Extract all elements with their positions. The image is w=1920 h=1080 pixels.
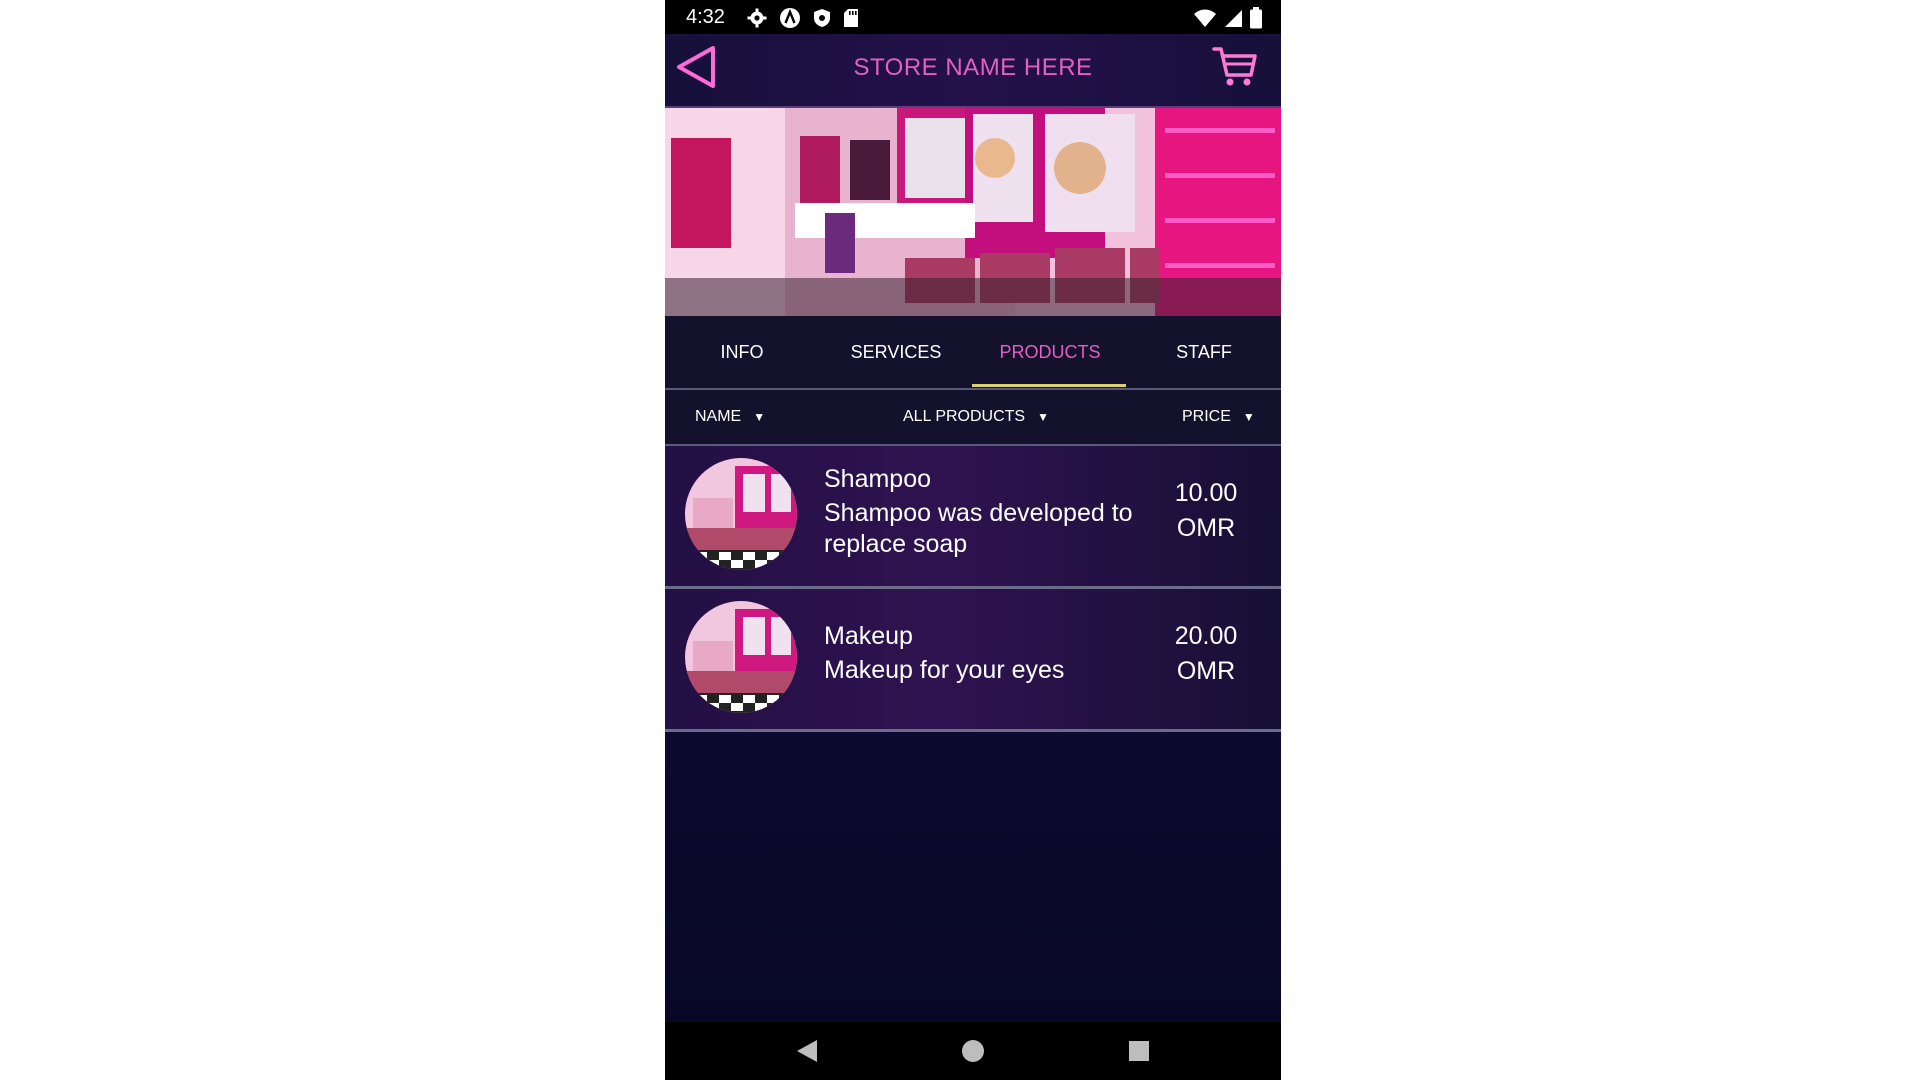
product-text: Shampoo Shampoo was developed to replace… (824, 464, 1144, 560)
product-name: Shampoo (824, 465, 932, 493)
system-navigation-bar (665, 1022, 1281, 1080)
tab-services[interactable]: SERVICES (819, 316, 973, 388)
salon-interior-illustration (665, 108, 1281, 316)
product-price: 20.00 OMR (1161, 619, 1251, 689)
shield-icon (814, 9, 830, 27)
signal-icon (1225, 10, 1242, 27)
battery-icon (1250, 7, 1262, 29)
status-bar: 4:32 (665, 0, 1281, 34)
product-text: Makeup Makeup for your eyes (824, 621, 1144, 686)
tab-staff[interactable]: STAFF (1127, 316, 1281, 388)
wifi-icon (1194, 9, 1216, 27)
sd-card-icon (844, 9, 858, 27)
product-name: Makeup (824, 622, 913, 650)
price-currency: OMR (1176, 514, 1236, 542)
nav-back-button[interactable] (777, 1022, 837, 1080)
caret-down-icon: ▼ (1242, 410, 1255, 424)
app-bar: STORE NAME HERE (665, 34, 1281, 108)
tab-products[interactable]: PRODUCTS (973, 316, 1127, 388)
product-description: Makeup for your eyes (824, 656, 1065, 684)
a-icon (780, 8, 800, 28)
caret-down-icon: ▼ (753, 410, 766, 424)
nav-recents-button[interactable] (1109, 1022, 1169, 1080)
phone-screen: 4:32 STORE NAME HERE INFO SERVICES PRODU… (665, 0, 1281, 1080)
price-value: 10.00 (1174, 479, 1238, 507)
product-thumbnail (685, 458, 797, 570)
list-item[interactable]: Shampoo Shampoo was developed to replace… (665, 446, 1281, 589)
store-banner-image (665, 108, 1281, 316)
filter-bar: NAME ▼ ALL PRODUCTS ▼ PRICE ▼ (665, 390, 1281, 446)
sort-by-name-dropdown[interactable]: NAME ▼ (695, 390, 765, 444)
store-title: STORE NAME HERE (853, 54, 1093, 81)
status-time: 4:32 (686, 6, 725, 28)
product-thumbnail (685, 601, 797, 713)
nav-home-button[interactable] (943, 1022, 1003, 1080)
nav-back-icon (797, 1040, 817, 1062)
empty-list-area (665, 732, 1281, 1022)
sort-by-price-dropdown[interactable]: PRICE ▼ (1182, 390, 1255, 444)
status-icons-left (747, 7, 859, 29)
caret-down-icon: ▼ (1037, 410, 1049, 424)
price-value: 20.00 (1174, 622, 1238, 650)
price-currency: OMR (1176, 657, 1236, 685)
product-price: 10.00 OMR (1161, 476, 1251, 546)
list-item[interactable]: Makeup Makeup for your eyes 20.00 OMR (665, 589, 1281, 732)
tab-info[interactable]: INFO (665, 316, 819, 388)
nav-recents-icon (1129, 1041, 1149, 1061)
category-label: ALL PRODUCTS (903, 408, 1026, 426)
nav-home-icon (962, 1040, 984, 1062)
sort-name-label: NAME (695, 408, 742, 426)
status-icons-right (1193, 7, 1263, 29)
sort-price-label: PRICE (1182, 408, 1231, 426)
product-list: Shampoo Shampoo was developed to replace… (665, 446, 1281, 732)
tab-bar: INFO SERVICES PRODUCTS STAFF (665, 316, 1281, 390)
category-filter-dropdown[interactable]: ALL PRODUCTS ▼ (903, 390, 1049, 444)
tab-active-indicator (972, 384, 1126, 387)
settings-icon (747, 8, 767, 28)
cart-button[interactable] (1211, 42, 1261, 92)
product-description: Shampoo was developed to replace soap (824, 499, 1133, 558)
cart-icon (1212, 47, 1257, 86)
